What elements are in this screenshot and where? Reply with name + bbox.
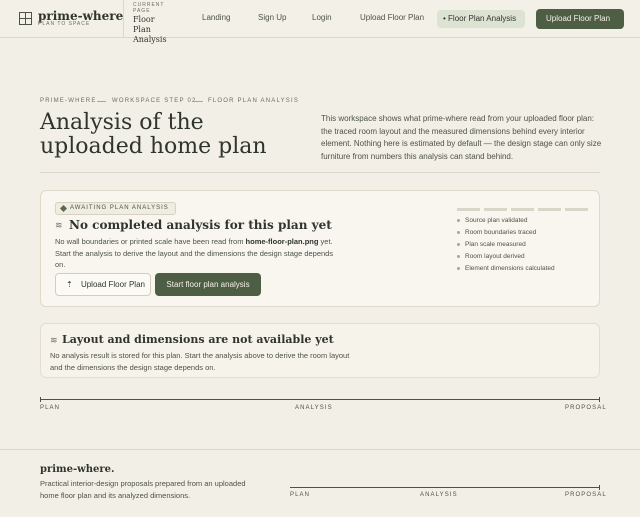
upload-button-label: Upload Floor Plan — [80, 280, 145, 289]
analysis-card-description: No wall boundaries or printed scale have… — [55, 236, 335, 271]
breadcrumb-separator — [194, 101, 203, 102]
nav-link-login[interactable]: Login — [312, 13, 332, 22]
footer-brand-name: prime-where — [40, 464, 112, 475]
top-navigation-bar: prime-where PLAN TO SPACE CURRENT PAGE F… — [0, 0, 640, 44]
layout-card-title: Layout and dimensions are not available … — [62, 333, 334, 346]
upload-floor-plan-cta-button[interactable]: Upload Floor Plan → — [536, 9, 624, 43]
checklist-item-label: Plan scale measured — [465, 241, 526, 248]
brand-tagline: PLAN TO SPACE — [38, 21, 91, 27]
progress-segment — [457, 208, 480, 211]
progress-step-proposal: PROPOSAL — [565, 405, 607, 411]
pending-dot-icon — [457, 254, 460, 258]
footer-brand: prime-where. — [40, 464, 115, 475]
progress-step-analysis: ANALYSIS — [295, 405, 333, 411]
layers-icon: ≋ — [50, 335, 58, 345]
nav-link-floor-plan-analysis-active[interactable]: • Floor Plan Analysis — [437, 10, 525, 28]
header-divider — [123, 0, 124, 38]
checklist-item-label: Source plan validated — [465, 217, 528, 224]
footer-divider — [0, 449, 640, 450]
current-page-label: CURRENT PAGE — [133, 2, 165, 14]
progress-tick — [40, 397, 41, 402]
page-title: Analysis of the uploaded home plan — [40, 110, 267, 159]
footer-progress-line — [290, 487, 600, 488]
footer-description: Practical interior-design proposals prep… — [40, 479, 246, 500]
current-page-value: Floor Plan Analysis — [133, 15, 167, 44]
pending-dot-icon — [457, 218, 460, 222]
checklist-item: Room layout derived — [457, 253, 525, 260]
footer-step-analysis: ANALYSIS — [420, 492, 458, 498]
floor-plan-grid-icon[interactable] — [19, 12, 32, 25]
checklist-item: Plan scale measured — [457, 241, 526, 248]
checklist-item-label: Room boundaries traced — [465, 229, 537, 236]
nav-link-sign-up[interactable]: Sign Up — [258, 13, 286, 22]
breadcrumb-current: FLOOR PLAN ANALYSIS — [208, 98, 300, 104]
pending-dot-icon — [457, 242, 460, 246]
nav-active-label: Floor Plan Analysis — [448, 14, 517, 23]
page-description: This workspace shows what prime-where re… — [321, 114, 602, 161]
active-dot-icon: • — [443, 14, 446, 23]
nav-link-upload-floor-plan[interactable]: Upload Floor Plan — [360, 13, 424, 22]
upload-arrow-icon: ⇡ — [66, 280, 73, 289]
progress-step-plan: PLAN — [40, 405, 61, 411]
status-badge-label: AWAITING PLAN ANALYSIS — [70, 205, 169, 211]
section-divider — [40, 172, 600, 173]
breadcrumb-separator — [97, 101, 106, 102]
pending-dot-icon — [457, 266, 460, 270]
footer-step-proposal: PROPOSAL — [565, 492, 607, 498]
layers-icon: ≋ — [55, 220, 63, 230]
breadcrumb-brand: PRIME-WHERE — [40, 98, 97, 104]
layout-card-description: No analysis result is stored for this pl… — [50, 351, 350, 372]
checklist-item: Source plan validated — [457, 217, 528, 224]
checklist-item-label: Room layout derived — [465, 253, 525, 260]
progress-segment — [511, 208, 534, 211]
file-name: home-floor-plan.png — [245, 237, 319, 246]
diamond-icon — [59, 204, 68, 213]
footer-brand-dot: . — [111, 464, 115, 475]
breadcrumb-step: WORKSPACE STEP 02 — [112, 98, 197, 104]
progress-tick — [599, 397, 600, 402]
arrow-right-icon: → — [550, 34, 558, 43]
upload-floor-plan-button[interactable]: ⇡ Upload Floor Plan — [55, 273, 151, 296]
cta-label: Upload Floor Plan — [546, 14, 611, 23]
progress-line — [40, 399, 600, 400]
status-badge: AWAITING PLAN ANALYSIS — [55, 202, 176, 215]
progress-segment — [565, 208, 588, 211]
analysis-status-card: AWAITING PLAN ANALYSIS ≋ No completed an… — [40, 190, 600, 307]
checklist-item: Room boundaries traced — [457, 229, 536, 236]
footer-step-plan: PLAN — [290, 492, 311, 498]
description-text-before: No wall boundaries or printed scale have… — [55, 237, 246, 246]
analysis-card-title: No completed analysis for this plan yet — [69, 218, 332, 232]
progress-segment — [484, 208, 507, 211]
checklist-item-label: Element dimensions calculated — [465, 265, 555, 272]
progress-segment — [538, 208, 561, 211]
nav-link-landing[interactable]: Landing — [202, 13, 230, 22]
layout-dimensions-card: ≋ Layout and dimensions are not availabl… — [40, 323, 600, 378]
start-analysis-button[interactable]: Start floor plan analysis — [155, 273, 261, 296]
pending-dot-icon — [457, 230, 460, 234]
checklist-item: Element dimensions calculated — [457, 265, 555, 272]
footer-progress-tick — [599, 485, 600, 490]
